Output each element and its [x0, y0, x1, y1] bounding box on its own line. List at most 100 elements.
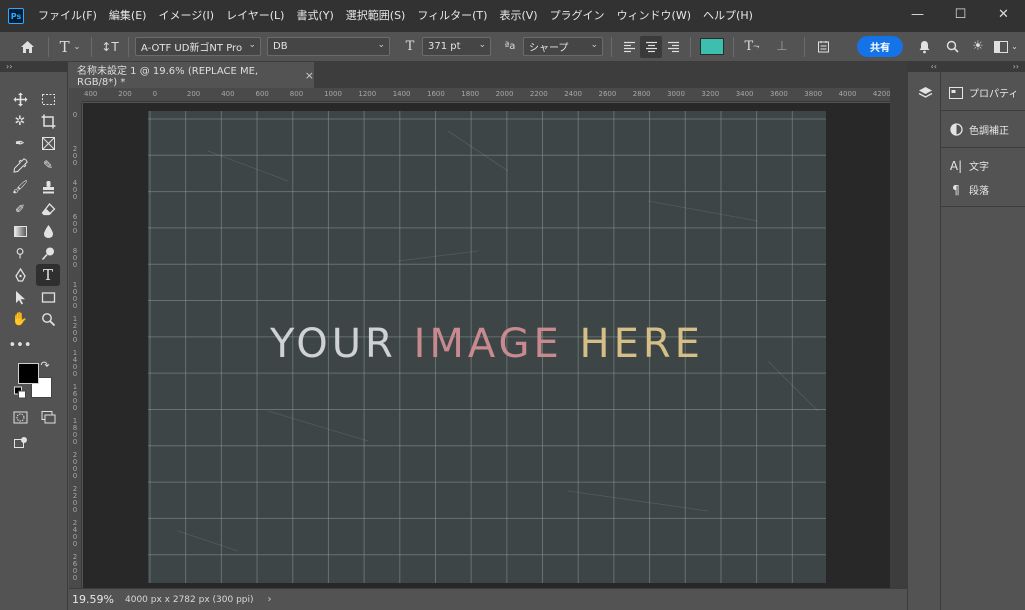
- ruler-tick-label: 600: [255, 90, 269, 98]
- ruler-tick-label: 1800: [72, 417, 78, 446]
- close-window-icon[interactable]: ✕: [982, 0, 1025, 28]
- dodge-tool-icon[interactable]: ⚲: [8, 242, 32, 264]
- adjustments-panel-tab[interactable]: 色調補正: [947, 122, 1009, 137]
- horizontal-ruler[interactable]: 400 200 0 200 400 600 800 1000 1200 1400 1600 1800 2…: [82, 88, 890, 102]
- object-selection-tool-icon[interactable]: ✲: [8, 110, 32, 132]
- frame-tool-icon[interactable]: [36, 132, 60, 154]
- adjustments-label: 色調補正: [969, 126, 1009, 137]
- ruler-origin[interactable]: [69, 88, 82, 102]
- ruler-tick-label: 200: [118, 90, 132, 98]
- paragraph-panel-tab[interactable]: ¶ 段落: [947, 182, 989, 198]
- path-selection-tool-icon[interactable]: [8, 286, 32, 308]
- type-tool-preset-icon[interactable]: T ⌄: [55, 36, 85, 58]
- blur-tool-icon[interactable]: [36, 220, 60, 242]
- screen-mode-icon[interactable]: [36, 406, 60, 428]
- ruler-tick-label: 200: [72, 145, 78, 167]
- marquee-tool-icon[interactable]: [36, 88, 60, 110]
- character-panel-tab[interactable]: A| 文字: [947, 158, 989, 174]
- ruler-tick-label: 1000: [72, 281, 78, 310]
- search-icon[interactable]: [939, 36, 965, 58]
- properties-panel-tab[interactable]: プロパティ: [947, 85, 1018, 100]
- gradient-tool-icon[interactable]: [8, 220, 32, 242]
- bell-icon[interactable]: [909, 36, 939, 58]
- edit-toolbar-icon[interactable]: [8, 432, 32, 454]
- rectangle-tool-icon[interactable]: [36, 286, 60, 308]
- status-menu-arrow-icon[interactable]: ›: [268, 594, 272, 605]
- menu-view[interactable]: 表示(V): [493, 0, 543, 32]
- swap-colors-icon[interactable]: ↷: [38, 358, 52, 372]
- menu-layer[interactable]: レイヤー(L): [220, 0, 290, 32]
- home-icon[interactable]: [12, 36, 42, 58]
- foreground-color-swatch[interactable]: [18, 363, 39, 384]
- quick-mask-icon[interactable]: [8, 406, 32, 428]
- text-orientation-icon[interactable]: ↕T: [98, 36, 122, 58]
- document-canvas[interactable]: YOUR IMAGE HERE: [148, 111, 826, 583]
- canvas-area[interactable]: YOUR IMAGE HERE: [83, 103, 890, 588]
- menu-help[interactable]: ヘルプ(H): [697, 0, 759, 32]
- panel-icon-column: [907, 72, 941, 610]
- vertical-ruler[interactable]: 0 200 400 600 800 1000 1200 1400 1600 1800 2000 220…: [69, 102, 82, 588]
- photoshop-logo[interactable]: Ps: [8, 8, 24, 24]
- ruler-tick-label: 0: [152, 90, 158, 98]
- eraser-tool-icon[interactable]: [36, 198, 60, 220]
- move-tool-icon[interactable]: [8, 88, 32, 110]
- font-family-select[interactable]: A-OTF UD新ゴNT Pro ⌄: [135, 37, 261, 56]
- minimize-icon[interactable]: —: [896, 0, 939, 28]
- document-tab[interactable]: 名称未設定 1 @ 19.6% (REPLACE ME, RGB/8*) * ×: [69, 62, 314, 88]
- eyedropper-tool-icon[interactable]: [8, 154, 32, 176]
- discover-lightbulb-icon[interactable]: ☀: [965, 36, 991, 58]
- align-center-icon[interactable]: [640, 35, 662, 58]
- more-tools-icon[interactable]: •••: [8, 334, 32, 356]
- title-bar: Ps ファイル(F) 編集(E) イメージ(I) レイヤー(L) 書式(Y) 選…: [0, 0, 1025, 32]
- type-tool-icon[interactable]: T: [36, 264, 60, 286]
- ruler-tick-label: 2600: [72, 553, 78, 582]
- warp-text-icon[interactable]: T ⤳: [740, 36, 764, 58]
- crop-tool-icon[interactable]: [36, 110, 60, 132]
- character-panel-icon[interactable]: [811, 36, 835, 58]
- share-button[interactable]: 共有: [857, 36, 903, 57]
- toolbar-collapse-strip[interactable]: ››: [0, 62, 68, 72]
- spot-healing-tool-icon[interactable]: ✎: [36, 154, 60, 176]
- menu-window[interactable]: ウィンドウ(W): [611, 0, 697, 32]
- default-colors-icon[interactable]: [14, 386, 26, 398]
- workspace-icon[interactable]: ⌄: [991, 36, 1021, 58]
- menu-filter[interactable]: フィルター(T): [411, 0, 493, 32]
- menu-type[interactable]: 書式(Y): [290, 0, 339, 32]
- pen-tool-icon[interactable]: ✒: [8, 132, 32, 154]
- 3d-text-icon[interactable]: ⊥: [770, 36, 794, 58]
- antialias-select[interactable]: シャープ ⌄: [523, 37, 603, 56]
- font-size-select[interactable]: 371 pt ⌄: [422, 37, 491, 56]
- vertical-scrollbar[interactable]: [890, 88, 907, 588]
- align-left-icon[interactable]: [618, 36, 640, 58]
- pen-path-tool-icon[interactable]: [8, 264, 32, 286]
- ruler-tick-label: 1200: [72, 315, 78, 344]
- antialias-icon: ªa: [504, 41, 516, 52]
- ruler-tick-label: 2200: [529, 90, 548, 98]
- zoom-tool-icon[interactable]: [36, 308, 60, 330]
- brush-tool-icon[interactable]: 🖌: [8, 176, 32, 198]
- ruler-tick-label: 800: [72, 247, 78, 269]
- close-icon[interactable]: ×: [305, 69, 314, 82]
- font-size-value: 371 pt: [428, 41, 461, 52]
- menu-edit[interactable]: 編集(E): [103, 0, 153, 32]
- icon-panel-collapse-strip[interactable]: ‹‹: [907, 62, 941, 72]
- character-icon: A|: [949, 158, 963, 173]
- ruler-tick-label: 2800: [632, 90, 651, 98]
- menu-file[interactable]: ファイル(F): [32, 0, 103, 32]
- ruler-tick-label: 400: [221, 90, 235, 98]
- layers-icon[interactable]: [916, 84, 934, 102]
- zoom-level[interactable]: 19.59%: [69, 593, 119, 606]
- burn-tool-icon[interactable]: [36, 242, 60, 264]
- menu-image[interactable]: イメージ(I): [152, 0, 220, 32]
- menu-select[interactable]: 選択範囲(S): [340, 0, 412, 32]
- align-right-icon[interactable]: [662, 36, 684, 58]
- font-style-select[interactable]: DB ⌄: [267, 37, 390, 56]
- history-brush-tool-icon[interactable]: ✐: [8, 198, 32, 220]
- text-color-swatch[interactable]: [697, 36, 727, 58]
- word-image: IMAGE: [413, 321, 563, 367]
- maximize-icon[interactable]: ☐: [939, 0, 982, 28]
- panel-collapse-strip[interactable]: ››: [941, 62, 1025, 72]
- hand-tool-icon[interactable]: ✋: [8, 308, 32, 330]
- menu-plugins[interactable]: プラグイン: [544, 0, 611, 32]
- clone-stamp-tool-icon[interactable]: [36, 176, 60, 198]
